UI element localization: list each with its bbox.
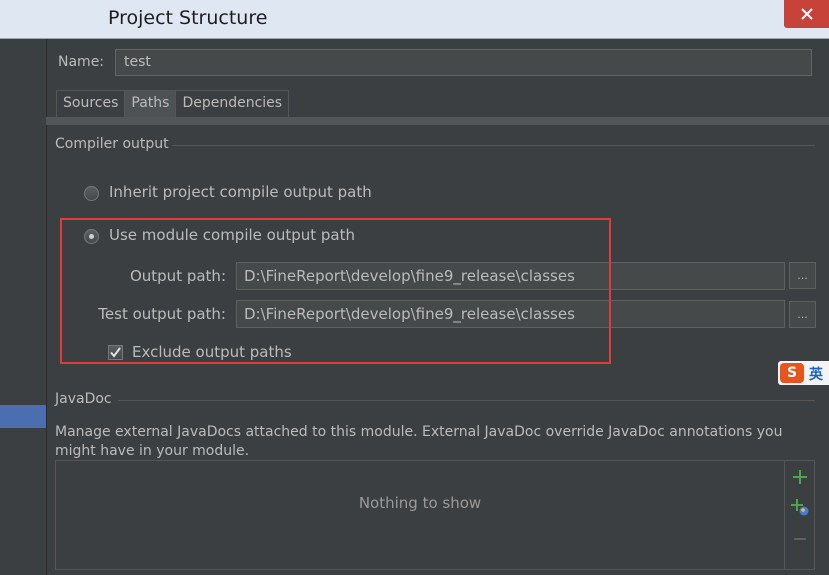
module-list-selected-item[interactable]: [0, 405, 46, 428]
javadoc-list[interactable]: Nothing to show: [55, 460, 785, 570]
close-button[interactable]: [784, 0, 829, 28]
add-javadoc-button[interactable]: [790, 467, 810, 487]
remove-icon: [794, 538, 806, 540]
tab-dependencies[interactable]: Dependencies: [175, 90, 290, 117]
ime-language-label: 英: [809, 367, 823, 383]
javadoc-description: Manage external JavaDocs attached to thi…: [55, 424, 783, 459]
javadoc-title: JavaDoc: [55, 391, 112, 407]
add-icon: [793, 470, 807, 484]
annotation-highlight-box: [60, 218, 611, 364]
compiler-output-title: Compiler output: [55, 136, 169, 152]
tab-sources[interactable]: Sources: [56, 90, 126, 117]
output-path-browse-button[interactable]: ...: [789, 262, 816, 289]
javadoc-divider: [118, 400, 815, 401]
inherit-output-label[interactable]: Inherit project compile output path: [109, 183, 372, 201]
compiler-output-divider: [172, 145, 815, 146]
name-label: Name:: [58, 54, 105, 70]
sogou-logo-icon: S: [780, 363, 804, 383]
name-input[interactable]: test: [115, 49, 812, 76]
add-javadoc-url-button[interactable]: [790, 497, 810, 517]
tab-underline: [46, 117, 829, 125]
window-title: Project Structure: [108, 7, 268, 29]
add-url-icon: [791, 499, 809, 516]
javadoc-toolbar: [785, 460, 815, 570]
empty-list-text: Nothing to show: [358, 494, 482, 512]
test-output-path-browse-button[interactable]: ...: [789, 301, 816, 328]
module-tabs: Sources Paths Dependencies: [56, 90, 290, 117]
remove-javadoc-button[interactable]: [790, 529, 810, 549]
close-icon: [800, 8, 813, 20]
inherit-output-radio[interactable]: [84, 186, 99, 201]
tab-paths[interactable]: Paths: [124, 90, 177, 117]
